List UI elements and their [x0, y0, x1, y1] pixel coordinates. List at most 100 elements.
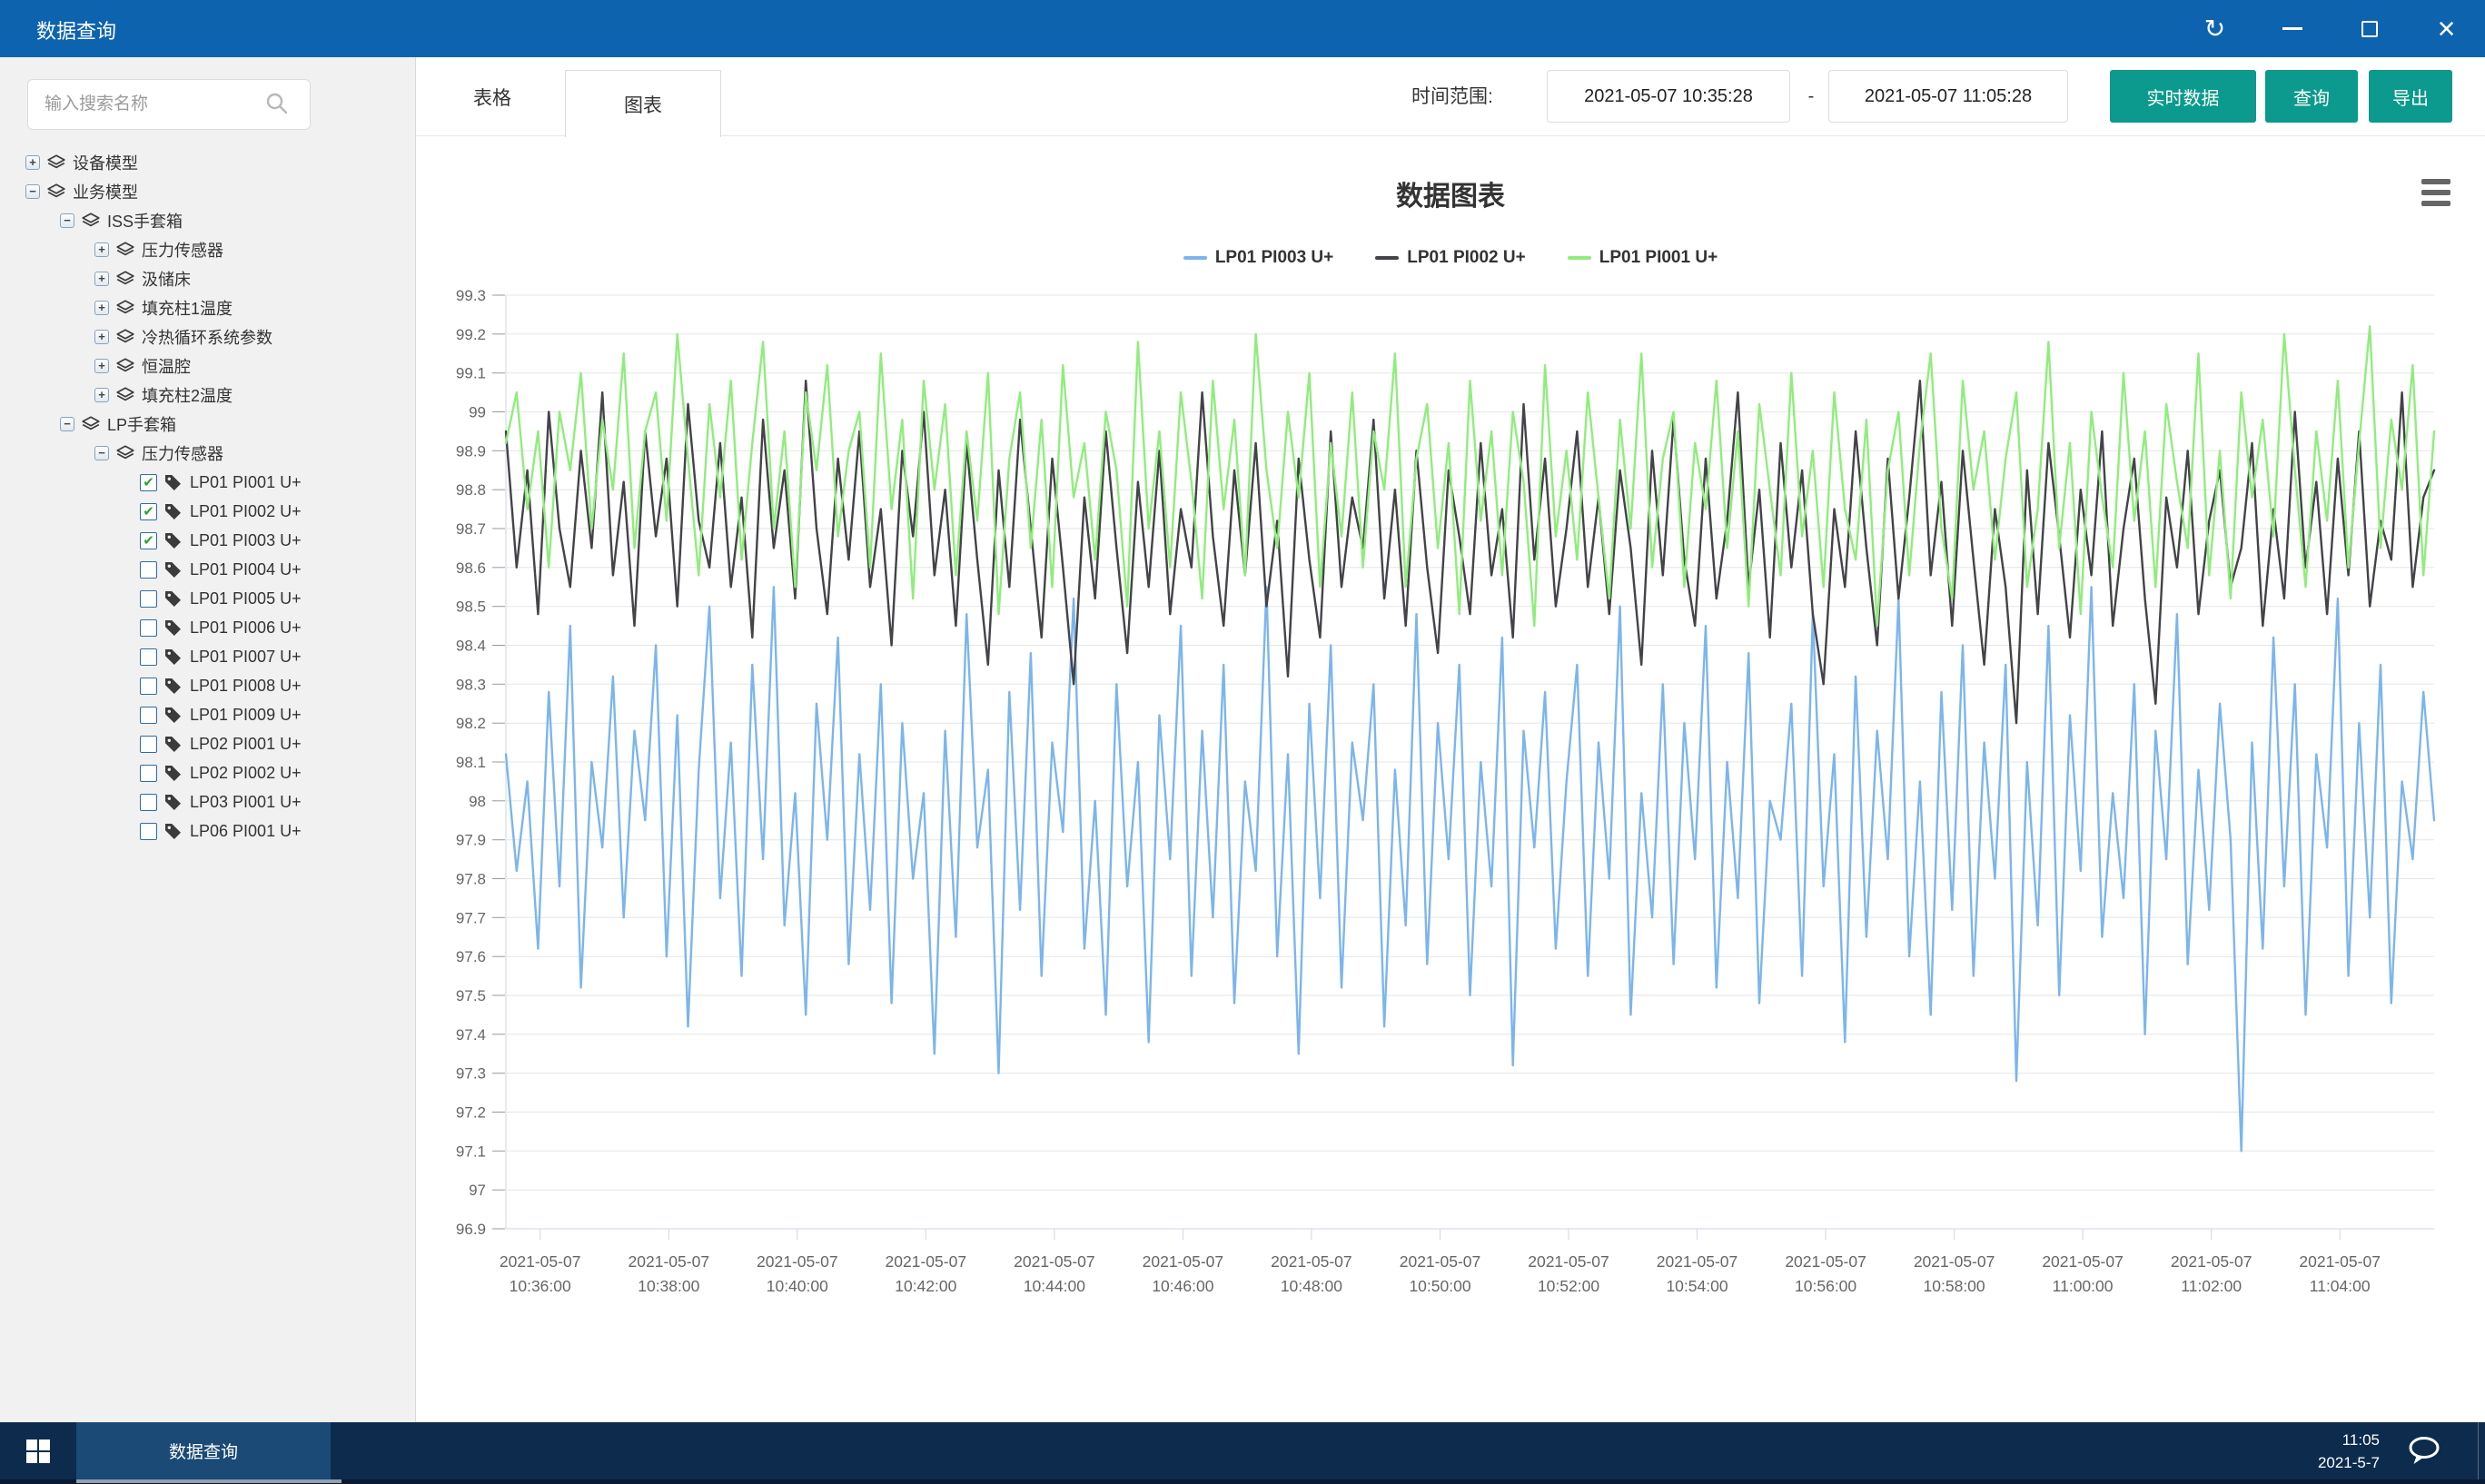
taskbar-clock[interactable]: 11:05 2021-5-7	[2318, 1429, 2380, 1474]
tree-node[interactable]: LP01 PI007 U+	[0, 642, 416, 671]
tag-icon	[164, 648, 183, 666]
expand-toggle-icon[interactable]: +	[94, 388, 109, 402]
collapse-toggle-icon[interactable]: −	[60, 417, 74, 431]
tree-node[interactable]: +冷热循环系统参数	[0, 322, 416, 351]
tree-node-label: LP01 PI007 U+	[190, 648, 302, 667]
svg-text:96.9: 96.9	[456, 1221, 486, 1238]
node-checkbox[interactable]	[140, 648, 157, 666]
node-checkbox-checked[interactable]: ✔	[140, 503, 157, 520]
node-checkbox[interactable]	[140, 794, 157, 811]
tree-node[interactable]: LP01 PI005 U+	[0, 584, 416, 613]
tree-node[interactable]: +恒温腔	[0, 351, 416, 381]
search-icon[interactable]	[265, 92, 289, 115]
close-button[interactable]: ×	[2408, 0, 2485, 57]
expand-toggle-icon[interactable]: +	[94, 242, 109, 257]
export-button[interactable]: 导出	[2369, 70, 2452, 123]
tree-node[interactable]: ✔LP01 PI001 U+	[0, 468, 416, 497]
expand-toggle-icon[interactable]: +	[94, 301, 109, 315]
tree-node[interactable]: LP03 PI001 U+	[0, 787, 416, 816]
tree-node-label: LP01 PI006 U+	[190, 618, 302, 638]
tag-icon	[164, 590, 183, 608]
tree-node[interactable]: LP01 PI004 U+	[0, 555, 416, 584]
tree-node[interactable]: − LP手套箱	[0, 410, 416, 439]
maximize-button[interactable]	[2331, 0, 2408, 57]
tree-node[interactable]: + 填充柱1温度	[0, 293, 416, 322]
tree-node[interactable]: LP01 PI006 U+	[0, 613, 416, 642]
svg-text:98.8: 98.8	[456, 481, 486, 499]
chart-canvas: 96.99797.197.297.397.497.597.697.797.897…	[416, 136, 2485, 1422]
notification-button[interactable]	[2407, 1436, 2441, 1470]
tree-node[interactable]: +填充柱2温度	[0, 381, 416, 410]
tree-node-label: LP01 PI008 U+	[190, 677, 302, 696]
tree-node[interactable]: +压力传感器	[0, 235, 416, 264]
svg-text:2021-05-0711:04:00: 2021-05-0711:04:00	[2299, 1252, 2381, 1295]
layers-icon	[82, 213, 100, 230]
tree-node-label: LP01 PI005 U+	[190, 589, 302, 608]
node-checkbox[interactable]	[140, 590, 157, 608]
tree-node-label: LP02 PI002 U+	[190, 764, 302, 783]
collapse-toggle-icon[interactable]: −	[94, 446, 109, 460]
tree-node[interactable]: − 业务模型	[0, 177, 416, 206]
tree-node[interactable]: ✔LP01 PI002 U+	[0, 497, 416, 526]
tab-chart[interactable]: 图表	[565, 70, 721, 137]
tree-node-label: 填充柱1温度	[142, 296, 233, 320]
node-checkbox[interactable]	[140, 561, 157, 579]
tag-icon	[164, 823, 183, 840]
minimize-button[interactable]	[2253, 0, 2331, 57]
tag-icon	[164, 736, 183, 753]
tree-node-label: 业务模型	[73, 180, 138, 203]
chat-bubble-icon	[2407, 1436, 2441, 1466]
tree-node-label: 设备模型	[73, 151, 138, 174]
series-line-LP01-PI003-U+	[506, 587, 2434, 1151]
window-controls: ↻ ×	[2176, 0, 2485, 57]
svg-text:97: 97	[469, 1182, 486, 1199]
taskbar-task-data-query[interactable]: 数据查询	[76, 1422, 331, 1479]
end-time-input[interactable]	[1828, 70, 2068, 123]
tree-node-label: LP手套箱	[107, 412, 176, 436]
expand-toggle-icon[interactable]: +	[94, 272, 109, 286]
tree-node[interactable]: LP02 PI001 U+	[0, 729, 416, 758]
tree-node[interactable]: + 设备模型	[0, 148, 416, 177]
layers-icon	[82, 416, 100, 433]
tab-table[interactable]: 表格	[421, 57, 564, 136]
tree-node[interactable]: LP01 PI009 U+	[0, 700, 416, 729]
tree-node[interactable]: LP01 PI008 U+	[0, 671, 416, 700]
node-checkbox[interactable]	[140, 678, 157, 695]
collapse-toggle-icon[interactable]: −	[25, 184, 40, 199]
tree-node-label: 汲储床	[142, 267, 191, 291]
show-desktop-button[interactable]	[2478, 1422, 2485, 1479]
expand-toggle-icon[interactable]: +	[25, 155, 40, 170]
tag-icon	[164, 707, 183, 724]
tag-icon	[164, 678, 183, 695]
svg-text:97.1: 97.1	[456, 1143, 486, 1160]
tree-node[interactable]: ✔LP01 PI003 U+	[0, 526, 416, 555]
collapse-toggle-icon[interactable]: −	[60, 213, 74, 228]
start-button[interactable]	[0, 1422, 76, 1479]
node-checkbox-checked[interactable]: ✔	[140, 532, 157, 549]
layers-icon	[47, 183, 65, 201]
node-checkbox[interactable]	[140, 736, 157, 753]
expand-toggle-icon[interactable]: +	[94, 359, 109, 373]
node-checkbox[interactable]	[140, 823, 157, 840]
tree-node[interactable]: −ISS手套箱	[0, 206, 416, 235]
tree-node[interactable]: LP06 PI001 U+	[0, 816, 416, 846]
node-checkbox[interactable]	[140, 707, 157, 724]
realtime-data-button[interactable]: 实时数据	[2110, 70, 2256, 123]
tree-node[interactable]: −压力传感器	[0, 439, 416, 468]
start-time-input[interactable]	[1547, 70, 1790, 123]
layers-icon	[116, 300, 134, 317]
taskbar: 数据查询 11:05 2021-5-7	[0, 1422, 2485, 1479]
tree-node[interactable]: + 汲储床	[0, 264, 416, 293]
node-checkbox[interactable]	[140, 619, 157, 637]
titlebar: 数据查询 ↻ ×	[0, 0, 2485, 57]
y-axis-labels: 96.99797.197.297.397.497.597.697.797.897…	[456, 287, 505, 1238]
layers-icon	[116, 329, 134, 346]
svg-text:2021-05-0710:54:00: 2021-05-0710:54:00	[1657, 1252, 1738, 1295]
refresh-button[interactable]: ↻	[2176, 0, 2253, 57]
node-checkbox-checked[interactable]: ✔	[140, 474, 157, 491]
expand-toggle-icon[interactable]: +	[94, 330, 109, 344]
layers-icon	[116, 387, 134, 404]
query-button[interactable]: 查询	[2265, 70, 2358, 123]
node-checkbox[interactable]	[140, 765, 157, 782]
tree-node[interactable]: LP02 PI002 U+	[0, 758, 416, 787]
